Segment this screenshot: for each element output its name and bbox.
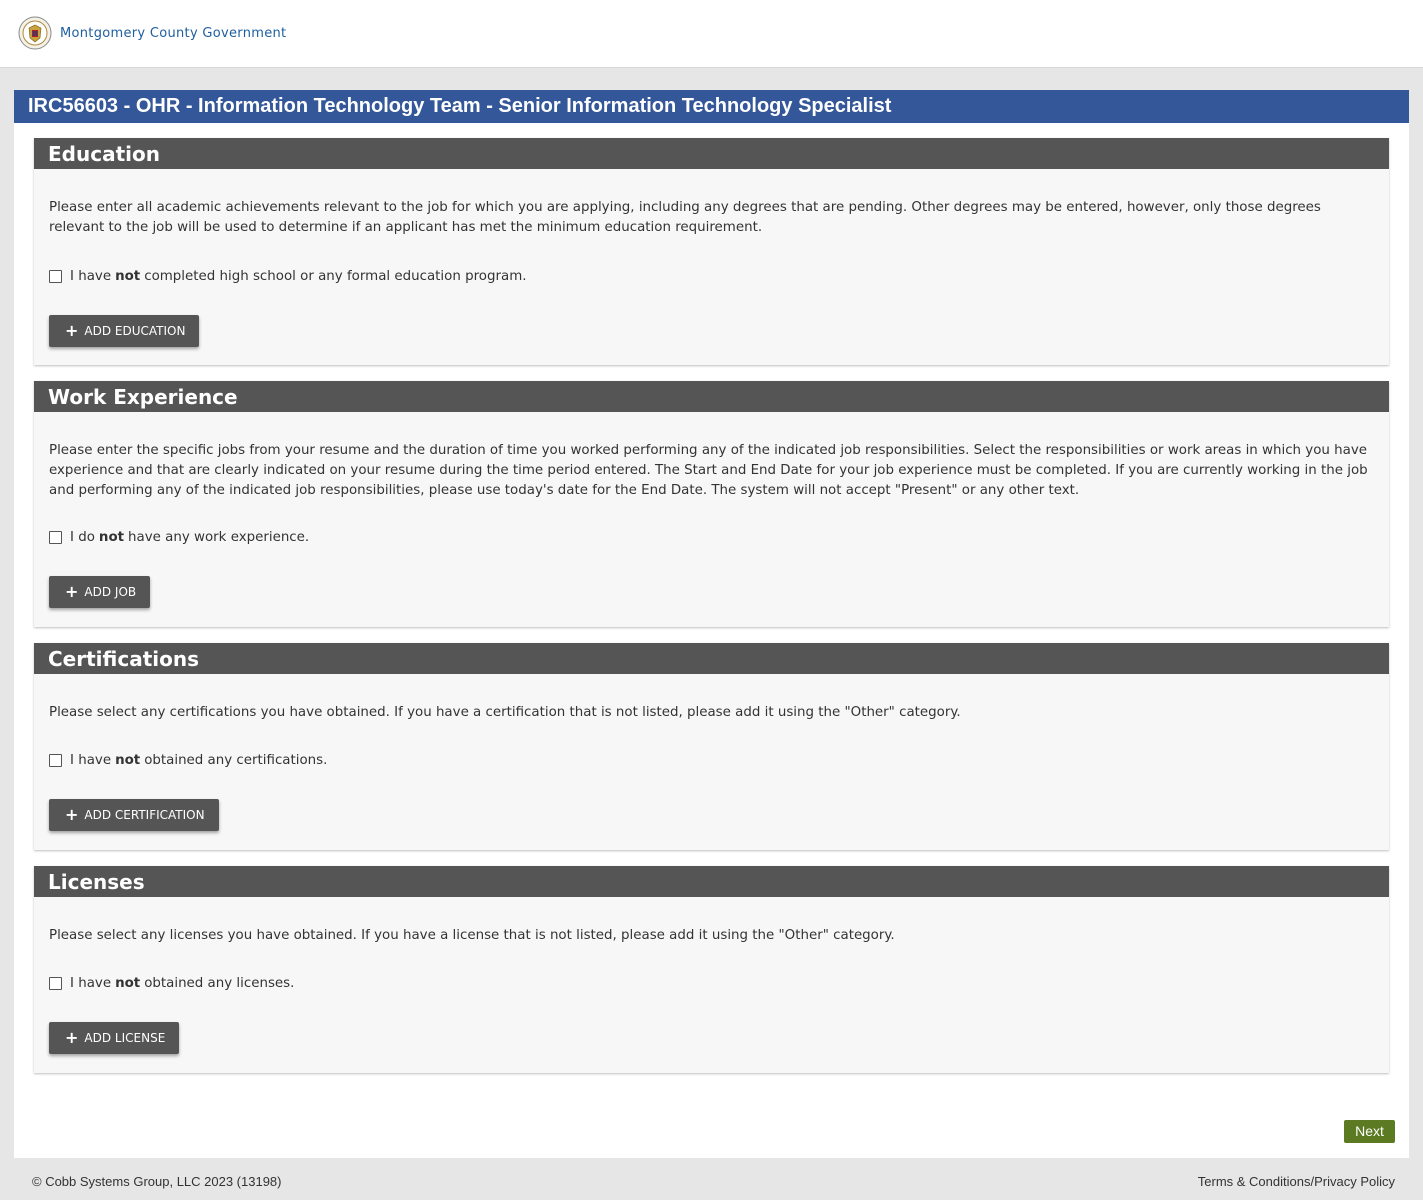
org-name: Montgomery County Government (60, 25, 287, 41)
next-button[interactable]: Next (1344, 1120, 1395, 1143)
section-description: Please select any certifications you hav… (49, 705, 961, 720)
add-job-button[interactable]: + ADD JOB (49, 576, 151, 608)
no-education-checkbox[interactable] (49, 270, 62, 283)
application-panel: IRC56603 - OHR - Information Technology … (14, 90, 1409, 1158)
licenses-section: Licenses Please select any licenses you … (34, 866, 1389, 1073)
add-education-button[interactable]: + ADD EDUCATION (49, 315, 200, 347)
no-education-checkbox-row[interactable]: I have not completed high school or any … (49, 269, 1374, 284)
section-description: Please select any licenses you have obta… (49, 928, 895, 943)
add-license-button[interactable]: + ADD LICENSE (49, 1022, 180, 1054)
no-certifications-checkbox-row[interactable]: I have not obtained any certifications. (49, 753, 1374, 768)
certifications-section: Certifications Please select any certifi… (34, 643, 1389, 850)
section-description: Please enter the specific jobs from your… (49, 443, 1368, 498)
section-title: Certifications (34, 643, 1389, 674)
copyright: © Cobb Systems Group, LLC 2023 (13198) (32, 1174, 282, 1189)
top-header: Montgomery County Government (0, 0, 1423, 68)
section-description: Please enter all academic achievements r… (49, 200, 1321, 235)
work-experience-section: Work Experience Please enter the specifi… (34, 381, 1389, 627)
footer: © Cobb Systems Group, LLC 2023 (13198) T… (0, 1160, 1423, 1200)
job-title: IRC56603 - OHR - Information Technology … (14, 90, 1409, 123)
section-title: Licenses (34, 866, 1389, 897)
section-title: Education (34, 138, 1389, 169)
no-licenses-checkbox[interactable] (49, 977, 62, 990)
no-certifications-checkbox[interactable] (49, 754, 62, 767)
plus-icon: + (65, 805, 79, 824)
terms-privacy-link[interactable]: Terms & Conditions/Privacy Policy (1198, 1174, 1395, 1189)
no-work-checkbox[interactable] (49, 531, 62, 544)
plus-icon: + (65, 321, 79, 340)
no-work-checkbox-row[interactable]: I do not have any work experience. (49, 530, 1374, 545)
brand-link[interactable]: Montgomery County Government (18, 16, 286, 50)
plus-icon: + (65, 1028, 79, 1047)
education-section: Education Please enter all academic achi… (34, 138, 1389, 365)
county-seal-icon (18, 16, 52, 50)
plus-icon: + (65, 582, 79, 601)
section-title: Work Experience (34, 381, 1389, 412)
add-certification-button[interactable]: + ADD CERTIFICATION (49, 799, 219, 831)
no-licenses-checkbox-row[interactable]: I have not obtained any licenses. (49, 976, 1374, 991)
